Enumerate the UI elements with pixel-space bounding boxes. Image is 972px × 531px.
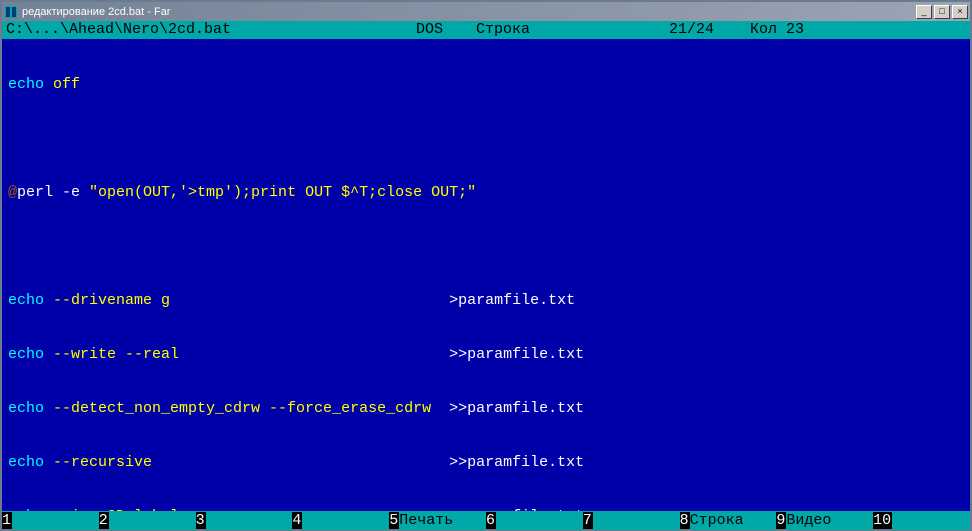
window-buttons: _ □ × (916, 5, 968, 19)
code-line: @perl -e "open(OUT,'>tmp');print OUT $^T… (8, 184, 964, 202)
fn-key-10[interactable]: 10 (873, 512, 970, 530)
editor-statusbar: C:\...\Ahead\Nero\2cd.bat DOS Строка 21/… (2, 21, 970, 39)
code-line: echo --detect_non_empty_cdrw --force_era… (8, 400, 964, 418)
code-line: echo --recursive >>paramfile.txt (8, 454, 964, 472)
fn-key-5[interactable]: 5Печать (389, 512, 486, 530)
editor-area[interactable]: echo off @perl -e "open(OUT,'>tmp');prin… (2, 39, 970, 511)
code-line: echo --drivename g >paramfile.txt (8, 292, 964, 310)
status-col-value: 23 (786, 21, 804, 39)
code-line (8, 238, 964, 256)
app-window: редактирование 2cd.bat - Far _ □ × C:\..… (0, 0, 972, 531)
close-button[interactable]: × (952, 5, 968, 19)
titlebar[interactable]: редактирование 2cd.bat - Far _ □ × (2, 2, 970, 21)
fn-key-7[interactable]: 7 (583, 512, 680, 530)
status-line-value: 21/24 (530, 21, 750, 39)
fn-key-6[interactable]: 6 (486, 512, 583, 530)
window-title: редактирование 2cd.bat - Far (22, 6, 916, 18)
code-line (8, 130, 964, 148)
fn-key-4[interactable]: 4 (292, 512, 389, 530)
function-key-bar: 1 2 3 4 5Печать 6 7 8Строка 9Видео 10 (2, 511, 970, 529)
minimize-button[interactable]: _ (916, 5, 932, 19)
status-path: C:\...\Ahead\Nero\2cd.bat (6, 21, 416, 39)
maximize-button[interactable]: □ (934, 5, 950, 19)
status-col-label: Кол (750, 21, 777, 39)
code-line: echo --write --real >>paramfile.txt (8, 346, 964, 364)
fn-key-2[interactable]: 2 (99, 512, 196, 530)
code-line: echo off (8, 76, 964, 94)
fn-key-8[interactable]: 8Строка (680, 512, 777, 530)
fn-key-9[interactable]: 9Видео (776, 512, 873, 530)
fn-row: 1 2 3 4 5Печать 6 7 8Строка 9Видео 10 (2, 512, 970, 530)
fn-key-3[interactable]: 3 (196, 512, 293, 530)
status-line-label: Строка (476, 21, 530, 39)
fn-key-1[interactable]: 1 (2, 512, 99, 530)
status-mode: DOS (416, 21, 476, 39)
app-icon (4, 5, 18, 19)
